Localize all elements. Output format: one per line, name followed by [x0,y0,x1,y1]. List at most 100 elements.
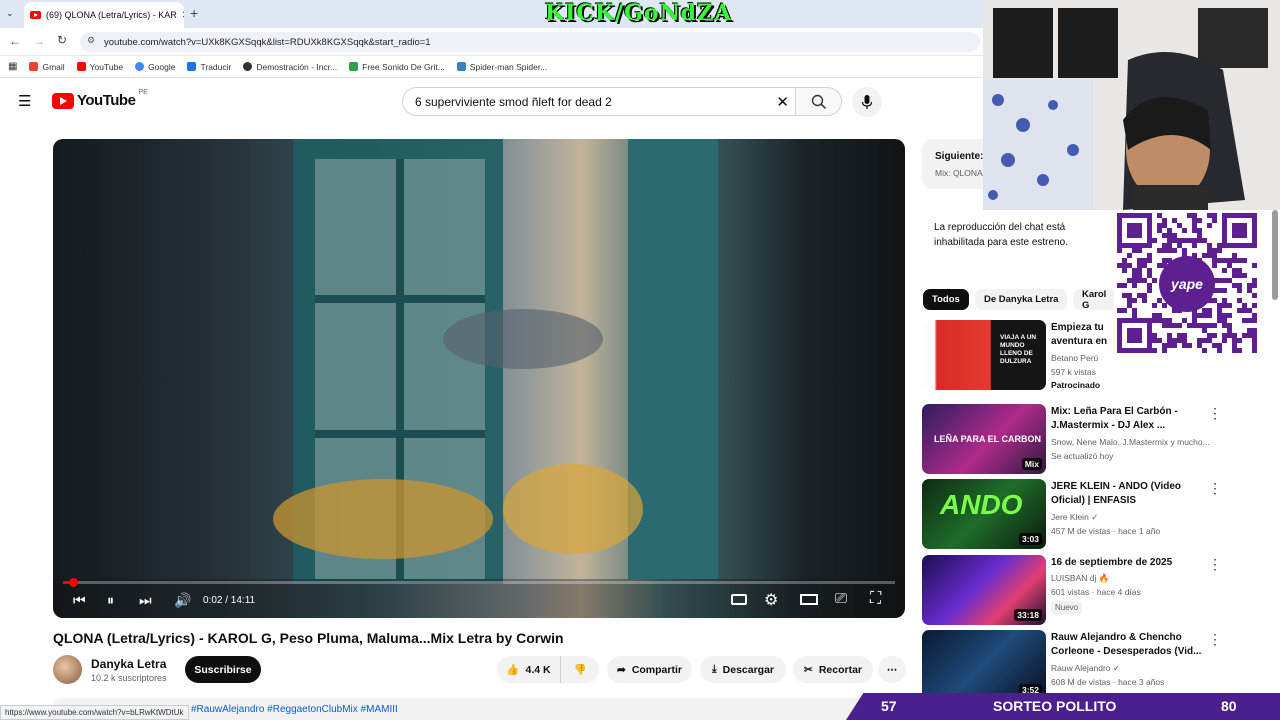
channel-name[interactable]: Danyka Letra [91,657,166,671]
cast-icon[interactable]: ⎚ [835,590,847,607]
close-tab-icon[interactable]: ✕ [182,10,184,21]
video-thumbnail[interactable]: ANDO 3:03 [922,479,1046,549]
banner-count-right: 80 [1221,698,1237,714]
search-input[interactable]: 6 superviviente smod ñleft for dead 2 ✕ [402,87,796,116]
recommended-video[interactable]: 33:18 16 de septiembre de 2025 LUISBAN d… [922,555,1222,625]
dislike-button[interactable]: 👎 [561,656,599,683]
pause-icon[interactable]: ⏸ [107,592,114,609]
more-actions-button[interactable]: ⋯ [878,656,906,683]
site-info-icon[interactable]: ⚙ [87,35,95,46]
back-icon[interactable]: ← [9,34,21,48]
channel-name: Jere Klein ✓ [1051,512,1099,522]
new-tab-button[interactable]: + [190,5,198,21]
time-display: 0:02 / 14:11 [203,595,256,606]
view-count: 601 vistas · hace 4 días [1051,587,1141,597]
settings-gear-icon[interactable]: ⚙ [764,590,778,610]
reload-icon[interactable]: ↻ [57,33,67,47]
next-card[interactable] [922,139,992,189]
recommended-video[interactable]: LEÑA PARA EL CARBON Mix Mix: Leña Para E… [922,404,1222,474]
recommended-video[interactable]: 3:52 Rauw Alejandro & Chencho Corleone -… [922,630,1222,700]
thumbs-down-icon: 👎 [573,664,587,676]
more-options-icon[interactable]: ⋮ [1208,632,1222,646]
bookmarks-bar: ▦ Gmail YouTube Google Traducir Demostra… [0,56,985,78]
video-title[interactable]: Rauw Alejandro & Chencho Corleone - Dese… [1051,631,1216,659]
voice-search-button[interactable] [852,87,882,117]
subtitles-icon[interactable] [731,594,747,605]
scissors-icon: ✂ [804,663,813,676]
bookmark-gmail[interactable]: Gmail [29,62,65,72]
video-thumbnail[interactable]: LEÑA PARA EL CARBON Mix [922,404,1046,474]
forward-icon[interactable]: → [33,34,45,48]
download-button[interactable]: ⤓ Descargar [700,656,786,683]
yape-qr-code: yape [1114,210,1260,358]
address-bar[interactable]: ⚙ youtube.com/watch?v=UXk8KGXSqqk&list=R… [80,32,980,52]
more-dots-icon: ⋯ [886,663,898,676]
volume-icon[interactable]: 🔊 [174,592,191,609]
theater-mode-icon[interactable] [800,594,818,605]
browser-tab[interactable]: (69) QLONA (Letra/Lyrics) - KAR ✕ [24,2,184,28]
bookmark-youtube[interactable]: YouTube [76,62,123,72]
video-thumbnail[interactable]: VIAJA A UN MUNDO LLENO DE DULZURA [922,320,1046,390]
more-options-icon[interactable]: ⋮ [1208,406,1222,420]
page-scrollbar[interactable] [1272,210,1278,300]
video-title[interactable]: 16 de septiembre de 2025 [1051,556,1216,570]
share-button[interactable]: ➦ Compartir [607,656,692,683]
download-icon: ⤓ [711,663,717,675]
more-options-icon[interactable]: ⋮ [1208,481,1222,495]
video-thumbnail[interactable]: 33:18 [922,555,1046,625]
recommended-video[interactable]: ANDO 3:03 JERE KLEIN - ANDO (Video Ofici… [922,479,1222,549]
chip-todos[interactable]: Todos [923,289,969,310]
video-thumbnail[interactable]: 3:52 [922,630,1046,700]
more-options-icon[interactable]: ⋮ [1208,557,1222,571]
duration-badge: 3:03 [1018,533,1042,545]
clip-button[interactable]: ✂ Recortar [793,656,873,683]
search-button[interactable] [796,87,842,116]
next-label: Siguiente: [935,151,984,162]
subscriber-count: 10.2 k suscriptores [91,673,167,683]
clear-search-icon[interactable]: ✕ [776,93,789,111]
youtube-favicon-icon [30,11,41,19]
chat-replay-notice: La reproducción del chat está inhabilita… [934,222,1068,248]
next-icon[interactable]: ⏭ [139,592,152,609]
bookmark-spiderman[interactable]: Spider-man Spider... [456,62,547,72]
progress-scrubber[interactable] [69,578,78,587]
video-title[interactable]: Empieza tu aventura en Candyland [1051,321,1111,349]
tab-list-chevron-icon[interactable]: ⌄ [6,8,14,19]
share-icon: ➦ [617,663,626,676]
chip-danyka-letra[interactable]: De Danyka Letra [975,289,1068,310]
view-count: 457 M de vistas · hace 1 año [1051,526,1161,536]
webcam-feed-image [983,0,1280,210]
progress-track[interactable] [63,581,895,584]
sponsored-label: Patrocinado [1051,380,1101,390]
video-title[interactable]: Mix: Leña Para El Carbón - J.Mastermix -… [1051,405,1216,433]
hashtags[interactable]: #RauwAlejandro #ReggaetonClubMix #MAMIII [191,704,398,715]
sound-site-icon [349,62,359,71]
microphone-icon [861,95,873,109]
demo-icon [243,62,253,71]
stream-title-overlay: KICK/GoNdZA [545,0,733,26]
channel-name: Snow, Nene Malo, J.Mastermix y mucho... [1051,437,1210,447]
new-badge: Nuevo [1051,601,1083,614]
menu-icon[interactable]: ☰ [18,92,31,110]
channel-avatar[interactable] [53,655,82,684]
search-icon [811,94,826,109]
duration-badge: 33:18 [1014,609,1042,621]
google-icon [135,62,145,71]
previous-icon[interactable]: ⏮ [73,592,86,609]
bookmark-translate[interactable]: Traducir [187,62,231,72]
bookmark-google[interactable]: Google [135,62,175,72]
bookmark-sound[interactable]: Free Sonido De Grit... [349,62,445,72]
gmail-icon [29,62,39,71]
chip-karol-g[interactable]: Karol G [1073,289,1117,310]
apps-grid-icon[interactable]: ▦ [8,61,17,72]
bookmark-demo[interactable]: Demostración - Incr... [243,62,337,72]
youtube-icon [76,62,86,71]
like-button[interactable]: 👍 4.4 K [497,656,561,683]
next-video-sub: Mix: QLONA [935,168,983,178]
subscribe-button[interactable]: Suscribirse [185,656,261,683]
video-player[interactable]: ⏮ ⏸ ⏭ 🔊 0:02 / 14:11 ⚙ ⎚ ⛶ [53,139,905,618]
tab-title: (69) QLONA (Letra/Lyrics) - KAR [46,10,177,20]
youtube-logo[interactable]: YouTube PE [52,89,148,109]
video-title[interactable]: JERE KLEIN - ANDO (Video Oficial) | ENFA… [1051,480,1216,508]
fullscreen-icon[interactable]: ⛶ [870,590,881,608]
